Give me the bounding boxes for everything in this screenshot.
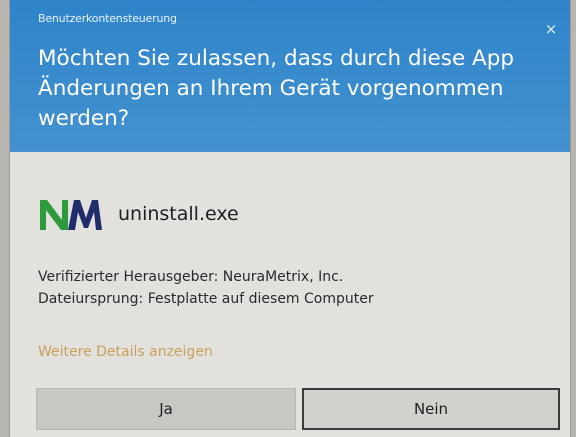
uac-dialog: Benutzerkontensteuerung × Möchten Sie zu…: [10, 0, 570, 437]
window-title: Benutzerkontensteuerung: [38, 12, 177, 25]
more-details-link[interactable]: Weitere Details anzeigen: [38, 344, 213, 360]
publisher-info: Verifizierter Herausgeber: NeuraMetrix, …: [38, 266, 558, 310]
app-info-row: uninstall.exe: [38, 190, 239, 238]
dialog-header: Benutzerkontensteuerung × Möchten Sie zu…: [10, 0, 570, 152]
close-icon[interactable]: ×: [542, 20, 560, 38]
origin-line: Dateiursprung: Festplatte auf diesem Com…: [38, 291, 374, 307]
yes-button[interactable]: Ja: [36, 388, 296, 430]
neurametrix-logo-icon: [38, 194, 104, 234]
app-name: uninstall.exe: [118, 203, 239, 225]
publisher-line: Verifizierter Herausgeber: NeuraMetrix, …: [38, 269, 344, 285]
consent-question: Möchten Sie zulassen, dass durch diese A…: [38, 46, 515, 131]
no-button[interactable]: Nein: [302, 388, 560, 430]
